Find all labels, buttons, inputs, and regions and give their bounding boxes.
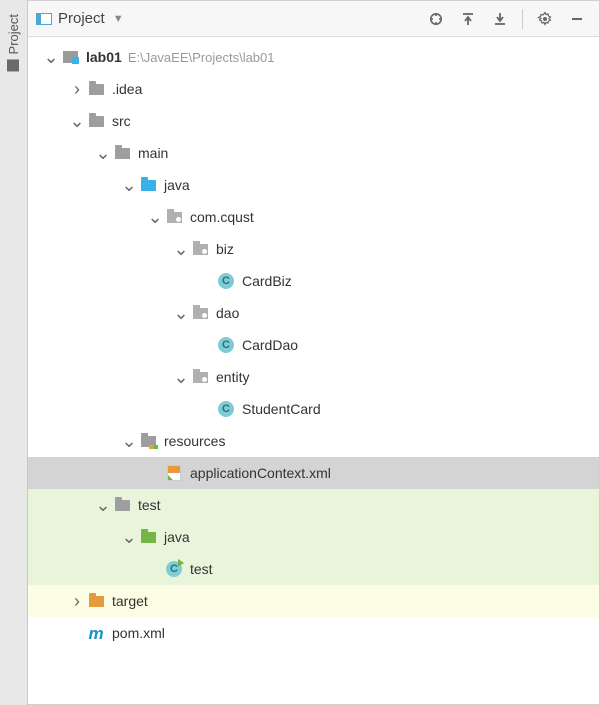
tree-node[interactable]: ⌄ entity bbox=[28, 361, 599, 393]
chevron-right-icon[interactable]: › bbox=[68, 82, 86, 96]
class-icon: C bbox=[216, 273, 236, 289]
tree-node[interactable]: ·CStudentCard bbox=[28, 393, 599, 425]
tree-node-label: test bbox=[190, 561, 213, 577]
tree-node[interactable]: ⌄ resources bbox=[28, 425, 599, 457]
expand-all-button[interactable] bbox=[454, 5, 482, 33]
tree-node-label: target bbox=[112, 593, 148, 609]
chevron-down-icon[interactable]: ⌄ bbox=[172, 372, 190, 382]
hide-button[interactable] bbox=[563, 5, 591, 33]
package-icon bbox=[190, 244, 210, 255]
tool-window-header: Project ▼ bbox=[28, 1, 599, 37]
tree-node-label: CardBiz bbox=[242, 273, 292, 289]
chevron-down-icon: ▼ bbox=[113, 13, 124, 25]
tree-node[interactable]: ·CCardDao bbox=[28, 329, 599, 361]
chevron-down-icon[interactable]: ⌄ bbox=[172, 244, 190, 254]
tree-node-label: CardDao bbox=[242, 337, 298, 353]
tree-node[interactable]: › .idea bbox=[28, 73, 599, 105]
tree-node-label: entity bbox=[216, 369, 249, 385]
chevron-down-icon[interactable]: ⌄ bbox=[146, 212, 164, 222]
tree-node-label: java bbox=[164, 177, 190, 193]
tree-node-label: .idea bbox=[112, 81, 142, 97]
excluded-folder-icon bbox=[86, 596, 106, 607]
tree-node[interactable]: ·Ctest bbox=[28, 553, 599, 585]
tree-node-label: test bbox=[138, 497, 161, 513]
tree-node[interactable]: ⌄ java bbox=[28, 169, 599, 201]
tree-node[interactable]: ⌄ com.cqust bbox=[28, 201, 599, 233]
tree-node[interactable]: ·mpom.xml bbox=[28, 617, 599, 649]
tree-node[interactable]: › target bbox=[28, 585, 599, 617]
resources-folder-icon bbox=[138, 436, 158, 447]
folder-icon bbox=[86, 116, 106, 127]
package-icon bbox=[164, 212, 184, 223]
module-icon bbox=[60, 51, 80, 63]
tree-node[interactable]: ⌄ src bbox=[28, 105, 599, 137]
tree-node[interactable]: ⌄ biz bbox=[28, 233, 599, 265]
tree-node-label: biz bbox=[216, 241, 234, 257]
project-side-tab[interactable]: Project bbox=[6, 14, 21, 71]
class-icon: C bbox=[216, 401, 236, 417]
test-class-icon: C bbox=[164, 561, 184, 577]
class-icon: C bbox=[216, 337, 236, 353]
tree-node-label: main bbox=[138, 145, 168, 161]
tree-node[interactable]: ⌄ main bbox=[28, 137, 599, 169]
folder-icon bbox=[86, 84, 106, 95]
chevron-down-icon[interactable]: ⌄ bbox=[120, 436, 138, 446]
test-source-folder-icon bbox=[138, 532, 158, 543]
chevron-down-icon[interactable]: ⌄ bbox=[94, 500, 112, 510]
chevron-down-icon[interactable]: ⌄ bbox=[172, 308, 190, 318]
project-view-icon bbox=[36, 13, 52, 25]
tree-node-label: pom.xml bbox=[112, 625, 165, 641]
tree-node-label: applicationContext.xml bbox=[190, 465, 331, 481]
package-icon bbox=[190, 372, 210, 383]
tree-node[interactable]: ⌄ test bbox=[28, 489, 599, 521]
folder-icon bbox=[112, 500, 132, 511]
package-icon bbox=[190, 308, 210, 319]
chevron-down-icon[interactable]: ⌄ bbox=[120, 180, 138, 190]
chevron-down-icon[interactable]: ⌄ bbox=[120, 532, 138, 542]
tree-node[interactable]: ·applicationContext.xml bbox=[28, 457, 599, 489]
tree-node-label: resources bbox=[164, 433, 225, 449]
project-tool-window: Project ▼ ⌄ lab01 E:\JavaEE\Projects\lab01… bbox=[28, 0, 600, 705]
tree-node[interactable]: ·CCardBiz bbox=[28, 265, 599, 297]
folder-icon bbox=[112, 148, 132, 159]
chevron-down-icon[interactable]: ⌄ bbox=[42, 52, 60, 62]
xml-config-icon bbox=[164, 465, 184, 481]
chevron-right-icon[interactable]: › bbox=[68, 594, 86, 608]
source-folder-icon bbox=[138, 180, 158, 191]
view-mode-dropdown[interactable]: Project ▼ bbox=[36, 10, 124, 27]
select-opened-file-button[interactable] bbox=[422, 5, 450, 33]
chevron-down-icon[interactable]: ⌄ bbox=[94, 148, 112, 158]
tree-node[interactable]: ⌄ java bbox=[28, 521, 599, 553]
project-tab-icon bbox=[8, 59, 20, 71]
collapse-all-button[interactable] bbox=[486, 5, 514, 33]
tree-node-label: java bbox=[164, 529, 190, 545]
tree-node-label: dao bbox=[216, 305, 239, 321]
tree-node[interactable]: ⌄ lab01 E:\JavaEE\Projects\lab01 bbox=[28, 41, 599, 73]
tree-node-label: lab01 bbox=[86, 49, 122, 65]
tree-node-label: src bbox=[112, 113, 131, 129]
tree-node-path: E:\JavaEE\Projects\lab01 bbox=[128, 50, 275, 65]
tree-node-label: com.cqust bbox=[190, 209, 254, 225]
tool-window-title: Project bbox=[58, 10, 105, 27]
project-tree[interactable]: ⌄ lab01 E:\JavaEE\Projects\lab01 › .idea ⌄ src… bbox=[28, 37, 599, 704]
project-tab-label: Project bbox=[6, 14, 21, 54]
side-tab-bar: Project bbox=[0, 0, 28, 705]
maven-icon: m bbox=[86, 625, 106, 641]
settings-button[interactable] bbox=[531, 5, 559, 33]
separator bbox=[522, 9, 523, 29]
tree-node[interactable]: ⌄ dao bbox=[28, 297, 599, 329]
tree-node-label: StudentCard bbox=[242, 401, 321, 417]
chevron-down-icon[interactable]: ⌄ bbox=[68, 116, 86, 126]
